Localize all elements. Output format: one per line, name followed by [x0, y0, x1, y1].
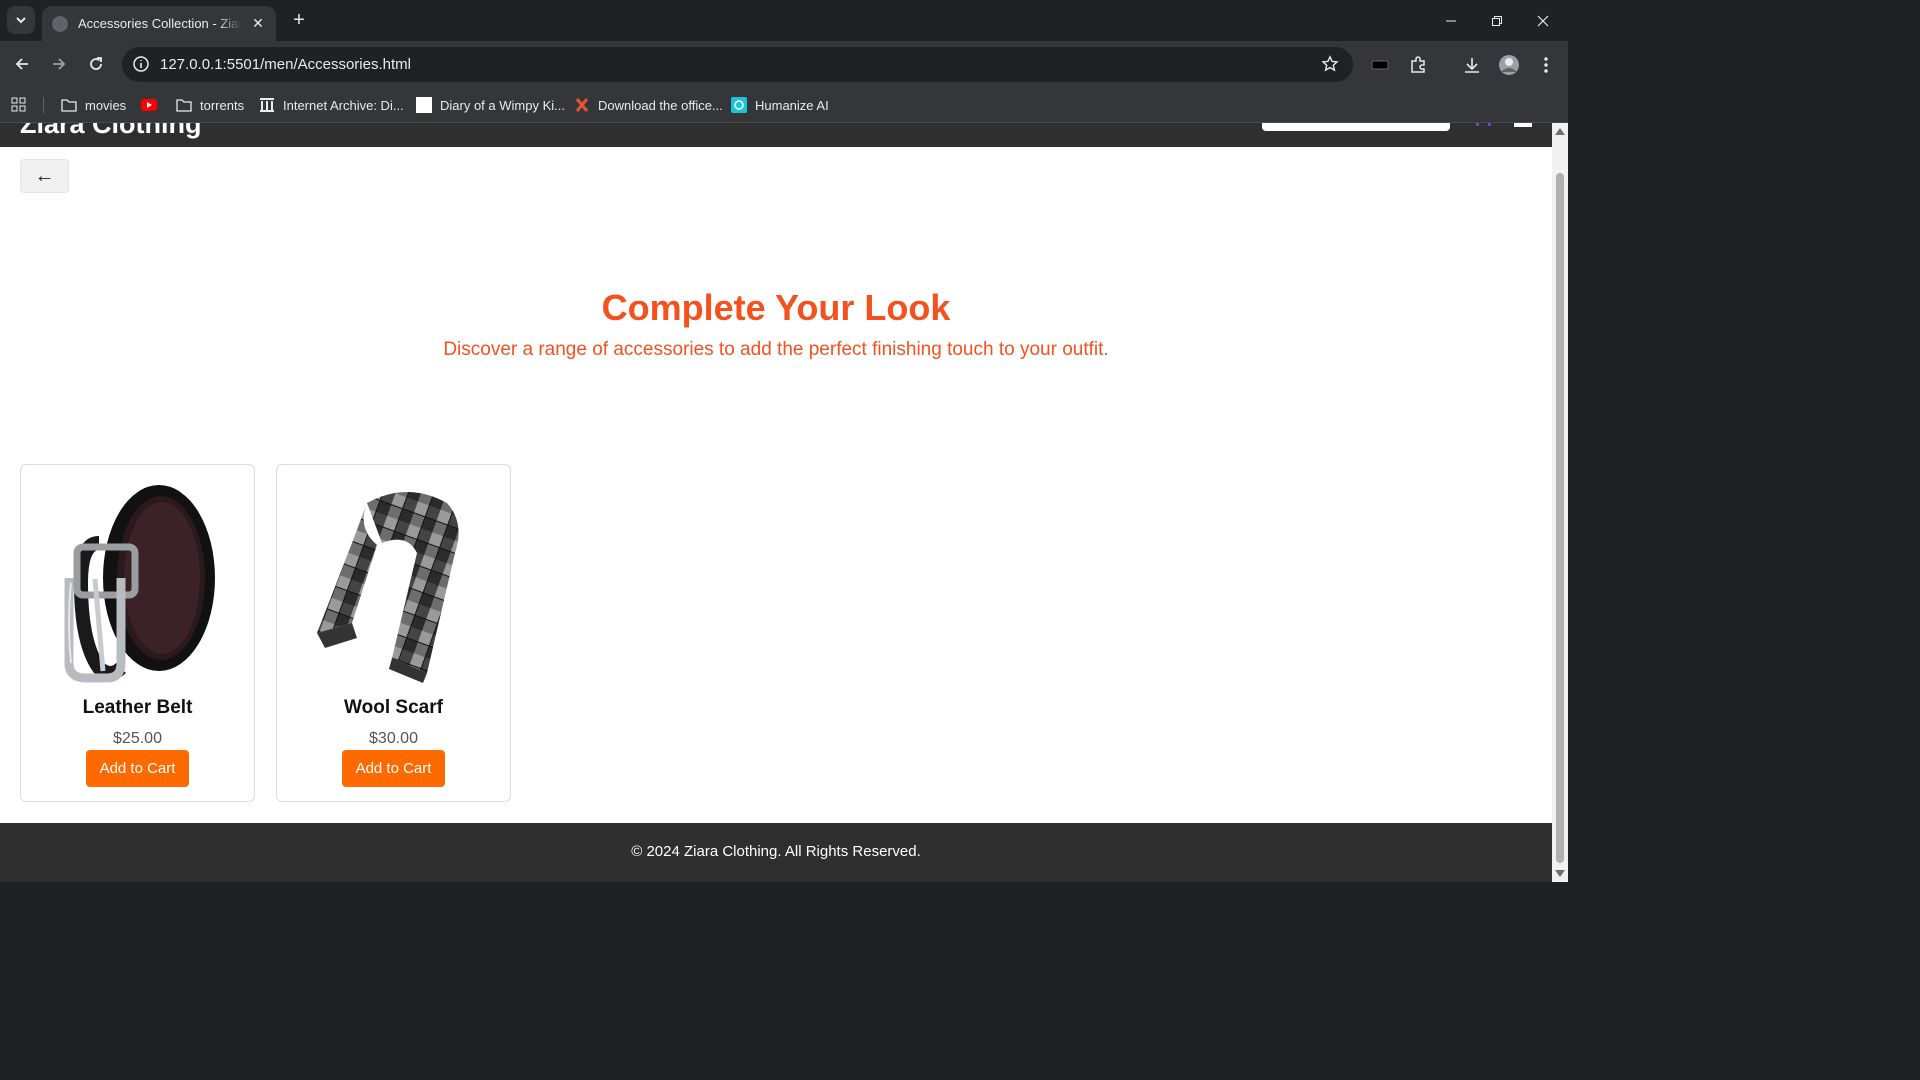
product-card-wool-scarf: Wool Scarf $30.00 Add to Cart — [276, 464, 511, 802]
bookmarks-divider — [43, 97, 44, 113]
browser-toolbar: 127.0.0.1:5501/men/Accessories.html — [0, 41, 1568, 88]
bookmarks-bar: movies torrents Internet Archive: Di... … — [0, 88, 1568, 123]
apps-grid-icon — [11, 97, 26, 112]
page-viewport: Ziara Clothing ← Complete Your Look Disc… — [0, 123, 1552, 882]
scrollbar-thumb[interactable] — [1556, 173, 1564, 863]
x-logo-icon — [574, 97, 590, 113]
archive-icon — [259, 97, 275, 113]
bookmark-humanize-ai[interactable]: Humanize AI — [731, 95, 829, 115]
arrow-right-icon — [53, 58, 66, 70]
folder-icon — [61, 97, 77, 113]
tab-search-button[interactable] — [7, 6, 35, 34]
site-search-input[interactable] — [1262, 123, 1450, 131]
product-name: Wool Scarf — [344, 697, 443, 718]
cast-button[interactable] — [1369, 54, 1391, 76]
site-header: Ziara Clothing — [0, 123, 1552, 147]
menu-button[interactable] — [1535, 54, 1557, 76]
active-tab[interactable]: Accessories Collection - Ziara Clothing … — [42, 6, 276, 41]
download-icon — [1465, 58, 1479, 73]
address-bar[interactable]: 127.0.0.1:5501/men/Accessories.html — [122, 47, 1353, 82]
minimize-button[interactable] — [1428, 0, 1474, 41]
page-subtitle: Discover a range of accessories to add t… — [443, 339, 1109, 360]
site-footer: © 2024 Ziara Clothing. All Rights Reserv… — [0, 823, 1552, 882]
product-price: $25.00 — [113, 730, 162, 747]
humanize-icon — [731, 97, 747, 113]
bookmark-download-office[interactable]: Download the office... — [574, 95, 723, 115]
url-text[interactable]: 127.0.0.1:5501/men/Accessories.html — [160, 56, 411, 73]
close-icon[interactable]: ✕ — [250, 15, 266, 32]
folder-icon — [176, 97, 192, 113]
add-to-cart-button[interactable]: Add to Cart — [86, 750, 189, 787]
product-price: $30.00 — [369, 730, 418, 747]
bookmark-label: torrents — [200, 97, 245, 113]
bookmark-youtube[interactable] — [141, 95, 165, 115]
scroll-down-icon[interactable] — [1555, 870, 1565, 877]
profile-avatar[interactable] — [1498, 54, 1520, 76]
user-icon[interactable] — [1474, 123, 1494, 127]
restore-icon — [1492, 15, 1502, 26]
bookmark-label: Diary of a Wimpy Ki... — [440, 97, 565, 113]
downloads-button[interactable] — [1461, 54, 1483, 76]
bookmark-internet-archive[interactable]: Internet Archive: Di... — [259, 95, 404, 115]
media-icon — [1371, 60, 1389, 70]
site-info-icon[interactable] — [132, 55, 150, 73]
page-title: Complete Your Look — [601, 287, 951, 328]
scroll-up-icon[interactable] — [1555, 128, 1565, 135]
bookmark-star-icon[interactable] — [1321, 55, 1339, 73]
product-name: Leather Belt — [82, 697, 193, 718]
wool-scarf-image[interactable] — [297, 483, 492, 683]
arrow-left-icon — [15, 58, 28, 70]
bookmark-movies[interactable]: movies — [61, 95, 126, 115]
back-nav-button[interactable] — [9, 51, 35, 77]
bookmark-label: movies — [85, 97, 127, 113]
forward-nav-button[interactable] — [46, 51, 72, 77]
cart-icon[interactable] — [1514, 123, 1532, 127]
minimize-icon — [1446, 20, 1456, 21]
tab-title: Accessories Collection - Ziara Clothing — [78, 16, 242, 31]
close-window-button[interactable] — [1520, 0, 1566, 41]
reload-icon — [90, 57, 102, 70]
extensions-button[interactable] — [1407, 54, 1429, 76]
add-to-cart-button[interactable]: Add to Cart — [342, 750, 445, 787]
page-scrollbar[interactable] — [1552, 123, 1568, 882]
bookmark-torrents[interactable]: torrents — [176, 95, 244, 115]
product-card-leather-belt: Leather Belt $25.00 Add to Cart — [20, 464, 255, 802]
copyright-text: © 2024 Ziara Clothing. All Rights Reserv… — [631, 843, 921, 860]
apps-button[interactable] — [11, 95, 27, 115]
more-vert-icon — [1544, 57, 1548, 73]
close-icon — [1537, 15, 1549, 26]
bookmark-label: Humanize AI — [755, 97, 829, 113]
avatar-icon — [1499, 55, 1519, 75]
chevron-down-icon — [16, 17, 26, 24]
reload-button[interactable] — [83, 51, 109, 77]
bookmark-label: Internet Archive: Di... — [283, 97, 404, 113]
back-button[interactable]: ← — [20, 159, 69, 193]
bookmark-diary-wimpy-kid[interactable]: Diary of a Wimpy Ki... — [416, 95, 565, 115]
new-tab-button[interactable]: + — [288, 9, 310, 31]
puzzle-icon — [1411, 56, 1425, 73]
youtube-icon — [141, 97, 157, 113]
tab-strip: Accessories Collection - Ziara Clothing … — [0, 0, 1568, 41]
restore-button[interactable] — [1474, 0, 1520, 41]
globe-icon — [52, 15, 68, 32]
site-brand[interactable]: Ziara Clothing — [20, 123, 202, 140]
leather-belt-image[interactable] — [41, 483, 236, 683]
blank-page-icon — [416, 97, 432, 113]
bookmark-label: Download the office... — [598, 97, 723, 113]
